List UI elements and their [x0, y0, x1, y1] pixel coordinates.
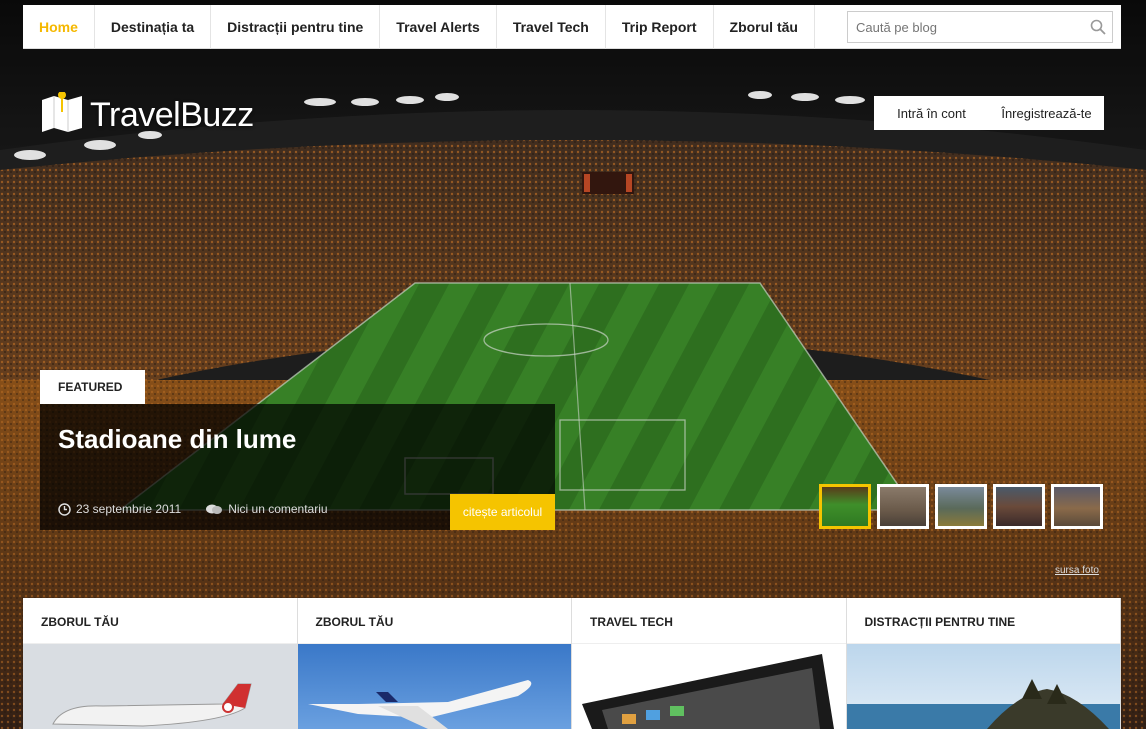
slider-thumbnails	[819, 484, 1109, 529]
article-date: 23 septembrie 2011	[76, 502, 182, 516]
category-card[interactable]: ZBORUL TĂU	[23, 598, 298, 729]
slider-thumbnail[interactable]	[1051, 484, 1103, 529]
card-title[interactable]: ZBORUL TĂU	[297, 598, 571, 644]
login-link[interactable]: Intră în cont	[874, 106, 989, 121]
nav-item-home[interactable]: Home	[23, 4, 95, 49]
search-icon[interactable]	[1084, 12, 1112, 42]
site-logo[interactable]: TravelBuzz	[40, 91, 254, 139]
map-pin-icon	[40, 91, 84, 139]
nav-item-zborul-tau[interactable]: Zborul tău	[714, 4, 815, 49]
photo-source-link[interactable]: sursa foto	[1055, 565, 1099, 576]
airplane-sky-image[interactable]	[297, 644, 571, 729]
featured-title[interactable]: Stadioane din lume	[58, 424, 296, 455]
nav-item-destinatia-ta[interactable]: Destinația ta	[95, 4, 212, 49]
main-navigation: Home Destinația ta Distracții pentru tin…	[23, 4, 1121, 49]
card-title[interactable]: TRAVEL TECH	[572, 598, 846, 644]
slider-thumbnail[interactable]	[877, 484, 929, 529]
category-cards: ZBORUL TĂU ZBORUL TĂU TRAVEL TECH DISTRA…	[23, 598, 1121, 729]
featured-label: FEATURED	[40, 370, 145, 404]
category-card[interactable]: ZBORUL TĂU	[297, 598, 572, 729]
card-title[interactable]: DISTRACȚII PENTRU TINE	[846, 598, 1120, 644]
read-more-button[interactable]: citește articolul	[450, 494, 555, 530]
brand-name: TravelBuzz	[90, 96, 254, 134]
clock-icon	[58, 502, 71, 516]
slider-thumbnail[interactable]	[993, 484, 1045, 529]
nav-item-trip-report[interactable]: Trip Report	[606, 4, 714, 49]
nav-item-travel-alerts[interactable]: Travel Alerts	[380, 4, 497, 49]
category-card[interactable]: DISTRACȚII PENTRU TINE	[846, 598, 1121, 729]
temple-image[interactable]	[846, 644, 1120, 729]
nav-item-travel-tech[interactable]: Travel Tech	[497, 4, 606, 49]
slider-thumbnail[interactable]	[819, 484, 871, 529]
account-bar: Intră în cont Înregistrează-te	[874, 96, 1104, 130]
register-link[interactable]: Înregistrează-te	[989, 106, 1104, 121]
search-box	[847, 11, 1113, 43]
nav-item-distractii[interactable]: Distracții pentru tine	[211, 4, 381, 49]
tablet-image[interactable]	[572, 644, 846, 729]
comments-icon	[206, 504, 223, 514]
article-meta: 23 septembrie 2011 Nici un comentariu	[58, 502, 352, 516]
category-card[interactable]: TRAVEL TECH	[572, 598, 847, 729]
article-comments[interactable]: Nici un comentariu	[228, 502, 327, 516]
search-input[interactable]	[848, 12, 1084, 42]
featured-article: Stadioane din lume 23 septembrie 2011 Ni…	[40, 404, 555, 530]
slider-thumbnail[interactable]	[935, 484, 987, 529]
card-title[interactable]: ZBORUL TĂU	[23, 598, 297, 644]
airplane-image[interactable]	[23, 644, 297, 729]
